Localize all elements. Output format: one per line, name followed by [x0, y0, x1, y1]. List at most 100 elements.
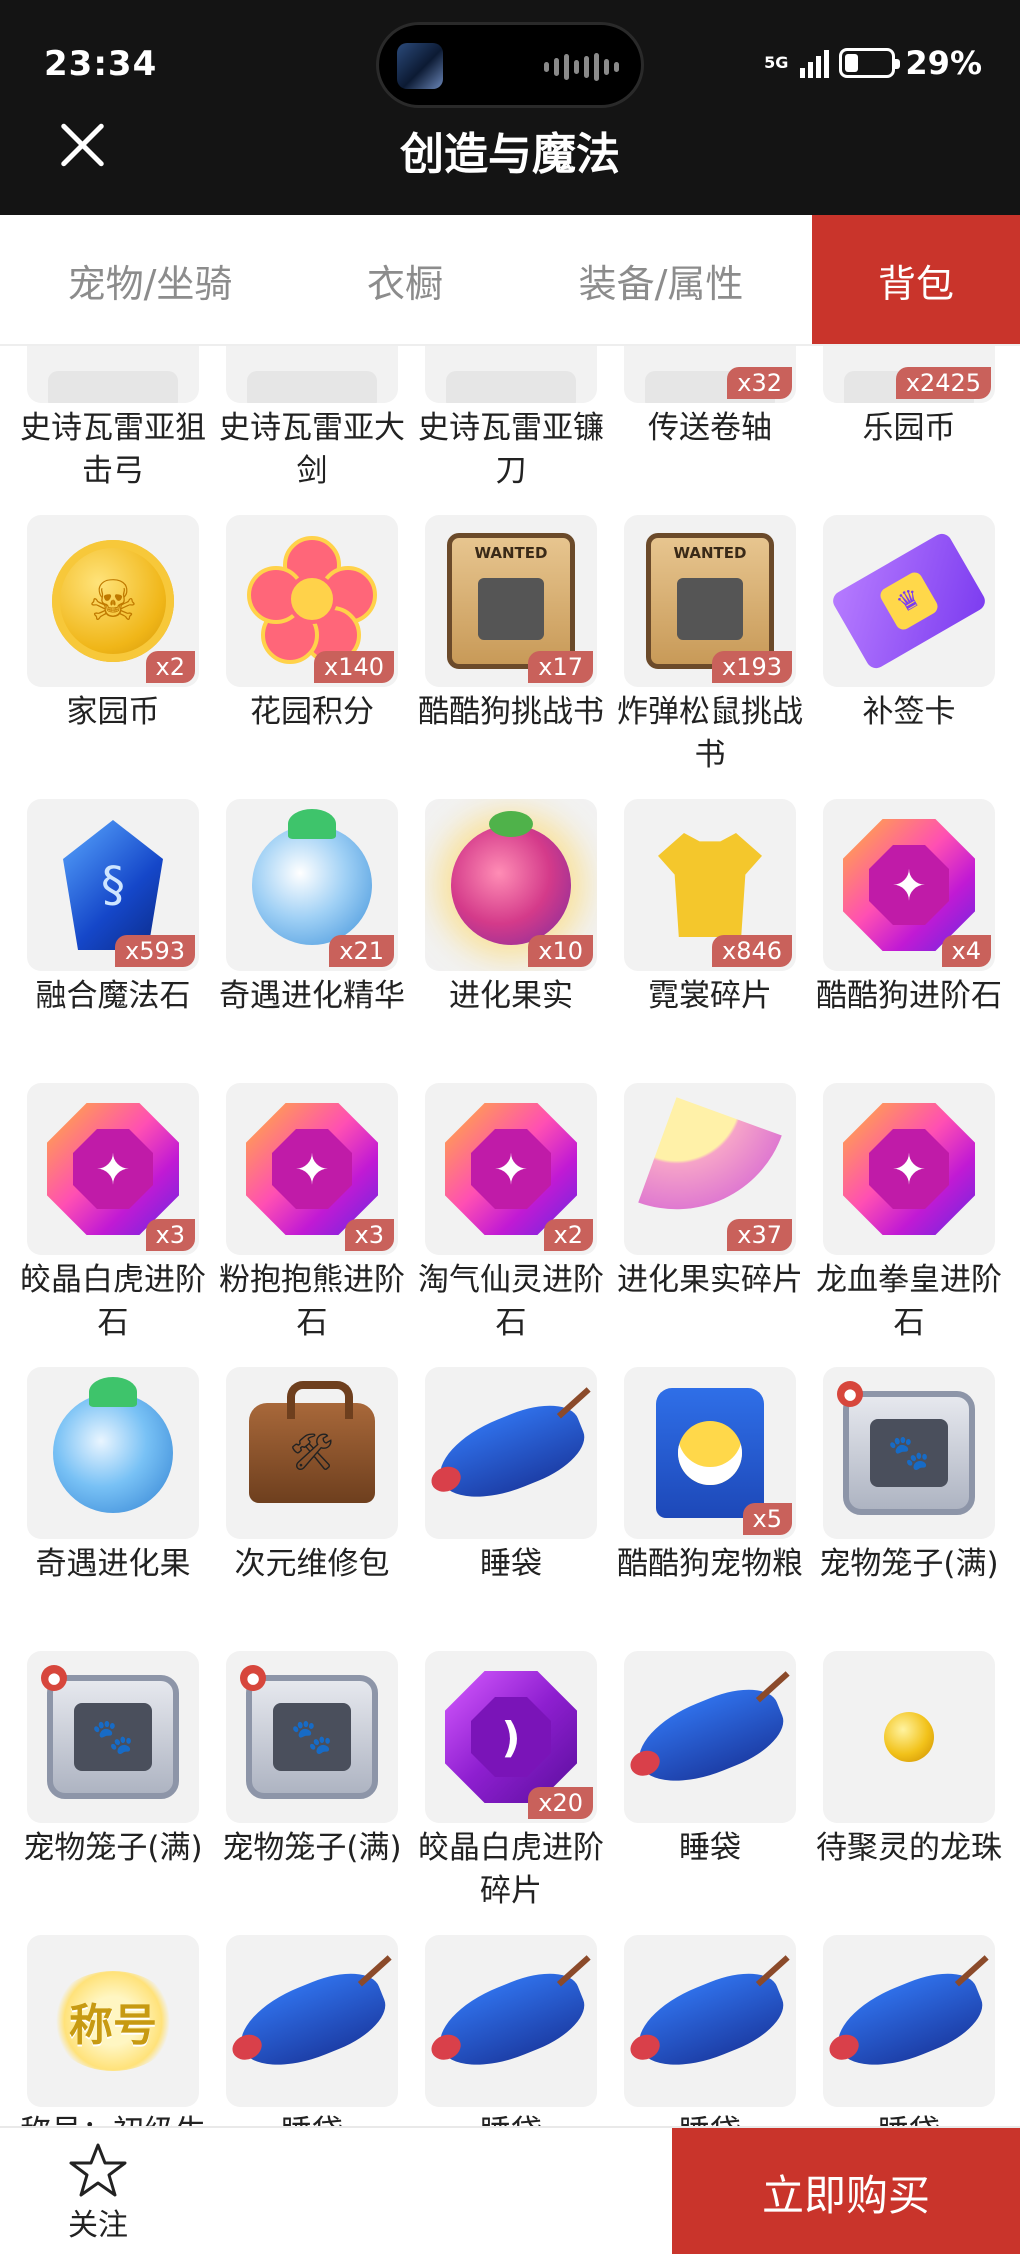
item-name: 酷酷狗挑战书	[418, 694, 604, 730]
item-name: 皎晶白虎进阶碎片	[418, 1830, 604, 1909]
ticket-icon: ♛	[829, 530, 989, 672]
item-name: 皎晶白虎进阶石	[20, 1262, 206, 1341]
item-tile: WANTED x193	[624, 515, 796, 687]
inventory-item[interactable]: 睡袋	[425, 1935, 597, 2126]
buy-now-button[interactable]: 立即购买	[672, 2128, 1020, 2254]
backpack-scroll-area[interactable]: 史诗瓦雷亚狙击弓 史诗瓦雷亚大剑 史诗瓦雷亚镰刀 x32 传送卷轴 x2425 乐园币 ☠ x2…	[0, 346, 1020, 2126]
follow-button[interactable]: 关注	[38, 2142, 158, 2243]
count-badge: x3	[344, 1219, 394, 1251]
inventory-item[interactable]: 🐾 ● 宠物笼子(满)	[222, 1651, 402, 1935]
item-tile	[823, 1935, 995, 2107]
signal-icon	[800, 48, 830, 78]
count-badge: x10	[528, 935, 593, 967]
item-tile: x10	[425, 799, 597, 971]
advance-gem-icon: ✦	[843, 819, 975, 951]
count-badge: x17	[528, 651, 593, 683]
item-name: 融合魔法石	[35, 978, 191, 1014]
inventory-item[interactable]: 🐾 ● 宠物笼子(满)	[23, 1651, 203, 1935]
item-tile: 🐾 ●	[823, 1367, 995, 1539]
bow-icon	[48, 371, 178, 403]
item-name: 睡袋	[679, 1830, 741, 1866]
inventory-item[interactable]: ✦ x2 淘气仙灵进阶石	[418, 1083, 604, 1367]
count-badge: x4	[941, 935, 991, 967]
advance-gem-icon: ✦	[246, 1103, 378, 1235]
inventory-item[interactable]: ✦ x3 粉抱抱熊进阶石	[219, 1083, 405, 1367]
item-tile: 🐾 ●	[226, 1651, 398, 1823]
paw-icon: ●	[41, 1665, 67, 1691]
inventory-item[interactable]: x32 传送卷轴	[624, 346, 796, 515]
inventory-item[interactable]: ✦ 龙血拳皇进阶石	[816, 1083, 1002, 1367]
inventory-item[interactable]: WANTED x193 炸弹松鼠挑战书	[617, 515, 803, 799]
dynamic-island[interactable]	[376, 22, 644, 108]
count-badge: x593	[114, 935, 195, 967]
item-name: 待聚灵的龙珠	[816, 1830, 1002, 1866]
tab-pets-mounts[interactable]: 宠物/坐骑	[0, 215, 300, 345]
inventory-item[interactable]: x140 花园积分	[226, 515, 398, 799]
inventory-item[interactable]: x10 进化果实	[425, 799, 597, 1083]
fruit-slice-icon	[638, 1097, 782, 1241]
item-tile: ✦ x2	[425, 1083, 597, 1255]
media-thumbnail	[397, 43, 443, 89]
inventory-item[interactable]: 待聚灵的龙珠	[816, 1651, 1002, 1935]
item-tile	[226, 346, 398, 403]
inventory-item[interactable]: ♛ 补签卡	[823, 515, 995, 799]
count-badge: x140	[313, 651, 394, 683]
paw-icon: ●	[240, 1665, 266, 1691]
inventory-item[interactable]: x37 进化果实碎片	[617, 1083, 803, 1367]
repair-bag-icon	[249, 1381, 375, 1503]
inventory-item[interactable]: 奇遇进化果	[27, 1367, 199, 1651]
tab-backpack[interactable]: 背包	[812, 215, 1020, 345]
count-badge: x2	[145, 651, 195, 683]
inventory-item[interactable]: ) x20 皎晶白虎进阶碎片	[418, 1651, 604, 1935]
item-tile: ✦ x3	[226, 1083, 398, 1255]
item-name: 睡袋	[480, 1546, 542, 1582]
sleeping-bag-icon	[228, 1959, 396, 2083]
item-name: 乐园币	[862, 410, 956, 446]
inventory-item[interactable]: 史诗瓦雷亚镰刀	[418, 346, 604, 515]
item-name: 进化果实	[449, 978, 573, 1014]
inventory-item[interactable]: ✦ x3 皎晶白虎进阶石	[20, 1083, 206, 1367]
item-tile	[624, 1935, 796, 2107]
evolution-orb-icon	[53, 1377, 173, 1513]
inventory-item[interactable]: 睡袋	[226, 1935, 398, 2126]
inventory-item[interactable]: 睡袋	[425, 1367, 597, 1651]
paw-icon: ●	[837, 1381, 863, 1407]
item-tile	[226, 1935, 398, 2107]
item-name: 炸弹松鼠挑战书	[617, 694, 803, 773]
network-label: 5G	[764, 53, 789, 72]
inventory-item[interactable]: ✦ x4 酷酷狗进阶石	[816, 799, 1002, 1083]
item-tile: WANTED x17	[425, 515, 597, 687]
item-name: 睡袋	[809, 2111, 1009, 2126]
inventory-item[interactable]: WANTED x17 酷酷狗挑战书	[418, 515, 604, 799]
inventory-item[interactable]: x21 奇遇进化精华	[219, 799, 405, 1083]
inventory-item[interactable]: 史诗瓦雷亚狙击弓	[20, 346, 206, 515]
status-indicators: 5G 29%	[764, 44, 982, 82]
inventory-item[interactable]: 史诗瓦雷亚大剑	[219, 346, 405, 515]
audio-wave-icon	[544, 53, 619, 81]
item-tile: x21	[226, 799, 398, 971]
tab-wardrobe[interactable]: 衣橱	[300, 215, 510, 345]
inventory-item[interactable]: x5 酷酷狗宠物粮	[617, 1367, 803, 1651]
inventory-item[interactable]: 睡袋	[823, 1935, 995, 2126]
tab-equipment[interactable]: 装备/属性	[510, 215, 812, 345]
inventory-item[interactable]: 次元维修包	[226, 1367, 398, 1651]
inventory-item[interactable]: 称号称号：初级生涯开采者	[20, 1935, 206, 2126]
star-icon	[69, 2143, 127, 2197]
item-tile: § x593	[27, 799, 199, 971]
inventory-item[interactable]: x2425 乐园币	[823, 346, 995, 515]
inventory-item[interactable]: 睡袋	[624, 1935, 796, 2126]
pet-cage-icon: 🐾	[47, 1675, 179, 1799]
sword-icon	[247, 371, 377, 403]
count-badge: x3	[145, 1219, 195, 1251]
wanted-poster-icon: WANTED	[646, 533, 774, 669]
inventory-item[interactable]: x846 霓裳碎片	[624, 799, 796, 1083]
item-name: 淘气仙灵进阶石	[418, 1262, 604, 1341]
inventory-item[interactable]: 睡袋	[624, 1651, 796, 1935]
count-badge: x37	[727, 1219, 792, 1251]
inventory-item[interactable]: § x593 融合魔法石	[27, 799, 199, 1083]
inventory-item[interactable]: ☠ x2 家园币	[27, 515, 199, 799]
sleeping-bag-icon	[626, 1959, 794, 2083]
scythe-icon	[446, 371, 576, 403]
count-badge: x5	[742, 1503, 792, 1535]
inventory-item[interactable]: 🐾 ● 宠物笼子(满)	[819, 1367, 999, 1651]
